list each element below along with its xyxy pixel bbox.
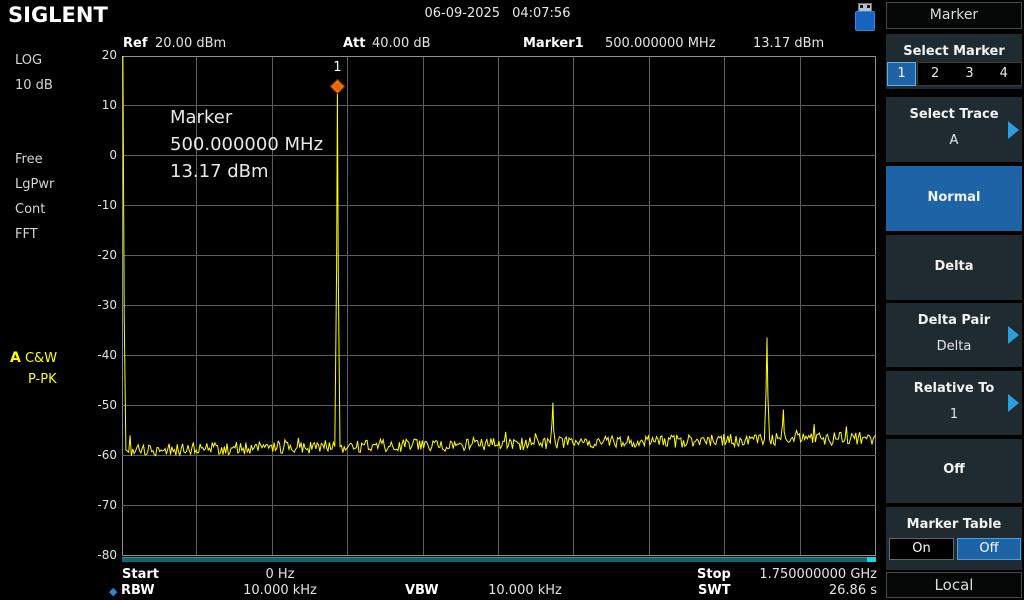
marker-overlay-title: Marker [170,104,323,131]
rbw-label: RBW [121,583,155,598]
stop-label: Stop [697,567,731,582]
date-text: 06-09-2025 [425,6,501,21]
swt-value: 26.86 s [735,583,877,598]
delta-button[interactable]: Delta [886,235,1022,300]
swt-label: SWT [698,583,731,598]
ref-label: Ref [123,36,147,51]
vbw-label: VBW [405,583,439,598]
relative-to-label: Relative To [886,381,1022,396]
spectrum-analyzer-screen: SIGLENT 06-09-202504:07:56 Ref 20.00 dBm… [0,0,1024,600]
off-button[interactable]: Off [886,439,1022,503]
y-axis-label: -50 [0,398,117,412]
delta-pair-label: Delta Pair [886,313,1022,328]
marker1-label: Marker1 [523,36,584,51]
vbw-value: 10.000 kHz [455,583,595,598]
marker-1-button[interactable]: 1 [887,62,916,86]
relative-to-value: 1 [886,407,1022,422]
submenu-arrow-icon [1008,121,1019,139]
marker-overlay-frequency: 500.000000 MHz [170,131,323,158]
detector-mode: P-PK [28,372,57,387]
start-label: Start [122,567,159,582]
y-axis-label: -60 [0,448,117,462]
y-axis-label: 0 [0,148,117,162]
span-bar-cap [867,557,876,562]
marker-table-off-button[interactable]: Off [957,538,1021,560]
span-indicator-bar [122,557,876,562]
y-axis-label: -40 [0,348,117,362]
marker-3-button[interactable]: 3 [952,63,986,85]
delta-label: Delta [886,259,1022,274]
select-marker-label: Select Marker [886,44,1022,59]
y-axis-label: -20 [0,248,117,262]
datetime: 06-09-2025 04:07:56 [0,6,995,21]
rbw-coupled-diamond-icon: ◆ [109,585,117,598]
normal-label: Normal [886,190,1022,205]
marker-2-button[interactable]: 2 [918,63,952,85]
marker1-level: 13.17 dBm [753,36,824,51]
att-value: 40.00 dB [372,36,431,51]
marker-table-on-button[interactable]: On [889,538,954,560]
marker-table-label: Marker Table [886,517,1022,532]
normal-button[interactable]: Normal [886,166,1022,231]
marker-4-button[interactable]: 4 [987,63,1021,85]
delta-pair-button[interactable]: Delta Pair Delta [886,303,1022,367]
usb-drive-icon [855,3,875,30]
menu-title: Marker [886,2,1022,29]
spectrum-plot: Marker 500.000000 MHz 13.17 dBm 1 [122,56,876,556]
select-trace-label: Select Trace [886,107,1022,122]
ref-value: 20.00 dBm [155,36,226,51]
fft-mode-label: FFT [15,227,38,242]
submenu-arrow-icon [1008,326,1019,344]
submenu-arrow-icon [1008,394,1019,412]
marker1-frequency: 500.000000 MHz [605,36,716,51]
marker-readout-overlay: Marker 500.000000 MHz 13.17 dBm [170,104,323,185]
select-trace-value: A [886,133,1022,148]
y-axis-label: 20 [0,48,117,62]
y-axis-label: 10 [0,98,117,112]
marker-button-group: 2 3 4 [917,62,1022,86]
off-label: Off [886,462,1022,477]
stop-value: 1.750000000 GHz [735,567,877,582]
select-trace-button[interactable]: Select Trace A [886,97,1022,162]
marker-overlay-level: 13.17 dBm [170,158,323,185]
y-axis-label: -30 [0,298,117,312]
marker-table-section: Marker Table On Off [886,507,1022,570]
rbw-value: 10.000 kHz [200,583,360,598]
local-button[interactable]: Local [886,572,1022,598]
select-marker-section: Select Marker 1 2 3 4 [886,34,1022,89]
time-text: 04:07:56 [512,6,570,21]
marker1-number-label: 1 [329,60,345,75]
delta-pair-value: Delta [886,339,1022,354]
relative-to-button[interactable]: Relative To 1 [886,371,1022,435]
y-axis-label: -80 [0,548,117,562]
start-value: 0 Hz [200,567,360,582]
y-axis-label: -10 [0,198,117,212]
power-mode-label: LgPwr [15,177,54,192]
att-label: Att [343,36,366,51]
scale-per-div-label: 10 dB [15,78,53,93]
y-axis-label: -70 [0,498,117,512]
